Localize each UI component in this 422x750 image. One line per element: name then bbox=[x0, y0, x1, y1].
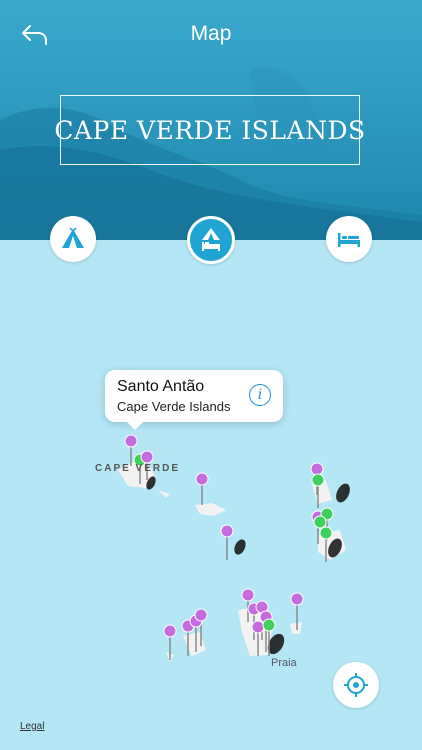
info-icon[interactable]: i bbox=[249, 384, 271, 406]
header-banner: Map CAPE VERDE ISLANDS bbox=[0, 0, 422, 240]
island-maio bbox=[290, 622, 302, 634]
island-sao-vicente bbox=[158, 490, 170, 498]
island-fogo bbox=[183, 632, 206, 656]
map-pin[interactable] bbox=[290, 592, 304, 606]
banner-title-frame: CAPE VERDE ISLANDS bbox=[54, 95, 365, 165]
callout-title: Santo Antão bbox=[117, 378, 205, 395]
map-pin[interactable] bbox=[262, 618, 276, 632]
banner-title: CAPE VERDE ISLANDS bbox=[54, 115, 366, 145]
map-pin[interactable] bbox=[310, 462, 324, 476]
map-pin[interactable] bbox=[251, 620, 265, 634]
map-pin[interactable] bbox=[241, 588, 255, 602]
map-country-label: CAPE VERDE bbox=[95, 463, 181, 474]
island-sao-nicolau bbox=[195, 503, 226, 516]
locate-button[interactable] bbox=[333, 662, 379, 708]
pin-callout[interactable]: Santo Antão Cape Verde Islands i bbox=[105, 370, 283, 430]
map-pin[interactable] bbox=[194, 608, 208, 622]
map-pin[interactable] bbox=[195, 472, 209, 486]
map-pin[interactable] bbox=[313, 515, 327, 529]
map-pin[interactable] bbox=[220, 524, 234, 538]
page-title: Map bbox=[190, 22, 232, 45]
map-pin[interactable] bbox=[319, 526, 333, 540]
map-pin[interactable] bbox=[124, 434, 138, 448]
callout-subtitle: Cape Verde Islands bbox=[117, 399, 231, 414]
map-pin[interactable] bbox=[140, 450, 154, 464]
locate-icon bbox=[344, 673, 368, 697]
legal-link[interactable]: Legal bbox=[20, 721, 44, 732]
map-city-label: Praia bbox=[271, 657, 297, 669]
map-pin[interactable] bbox=[311, 473, 325, 487]
map-pin[interactable] bbox=[163, 624, 177, 638]
pin-stems bbox=[130, 442, 328, 660]
